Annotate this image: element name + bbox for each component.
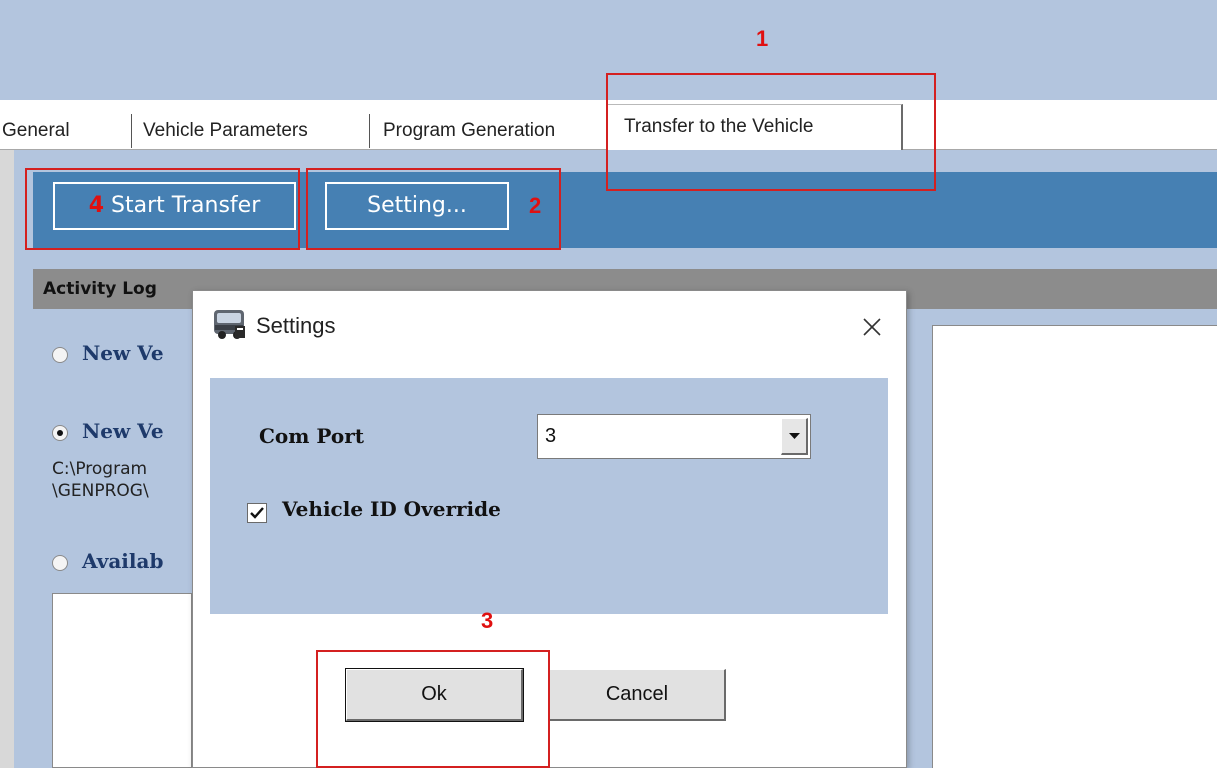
vehicle-list-box[interactable]: [52, 593, 192, 768]
log-output-box[interactable]: [932, 325, 1217, 768]
radio-option-3[interactable]: Availab: [52, 546, 163, 576]
dialog-title: Settings: [256, 313, 336, 338]
path-line-1: C:\Program: [52, 459, 148, 479]
app-window: General Vehicle Parameters Program Gener…: [0, 0, 1217, 768]
radio-button[interactable]: [52, 554, 68, 571]
vehicle-id-override-checkbox[interactable]: [247, 503, 267, 523]
bus-icon: [214, 310, 245, 339]
file-path-text: C:\Program \GENPROG\: [52, 458, 149, 502]
annotation-box-2: [306, 168, 561, 250]
annotation-box-4: [25, 168, 300, 250]
dropdown-button[interactable]: [781, 418, 808, 455]
tab-program-generation[interactable]: Program Generation: [383, 114, 555, 148]
annotation-number-1: 1: [756, 26, 769, 51]
radio-option-2[interactable]: New Ve: [52, 416, 164, 446]
left-edge: [0, 150, 14, 768]
tab-separator: [131, 114, 132, 148]
close-icon[interactable]: [858, 313, 886, 341]
radio-label: Availab: [82, 549, 164, 573]
radio-label: New Ve: [82, 341, 164, 365]
radio-option-1[interactable]: New Ve: [52, 338, 164, 368]
checkmark-icon: [250, 507, 264, 519]
vehicle-id-override-label: Vehicle ID Override: [282, 497, 501, 521]
radio-button-selected[interactable]: [52, 424, 68, 441]
com-port-label: Com Port: [259, 424, 364, 448]
tab-general[interactable]: General: [2, 114, 70, 148]
com-port-select[interactable]: [537, 414, 811, 459]
annotation-number-3: 3: [481, 608, 494, 633]
annotation-box-1: [606, 73, 936, 191]
tab-separator: [369, 114, 370, 148]
annotation-box-3: [316, 650, 550, 768]
com-port-value: 3: [545, 425, 557, 447]
path-line-2: \GENPROG\: [52, 481, 149, 501]
annotation-number-2: 2: [529, 193, 542, 218]
radio-label: New Ve: [82, 419, 164, 443]
cancel-button[interactable]: Cancel: [549, 669, 726, 721]
chevron-down-icon: [789, 433, 800, 439]
radio-button[interactable]: [52, 346, 68, 363]
tab-vehicle-parameters[interactable]: Vehicle Parameters: [143, 114, 308, 148]
